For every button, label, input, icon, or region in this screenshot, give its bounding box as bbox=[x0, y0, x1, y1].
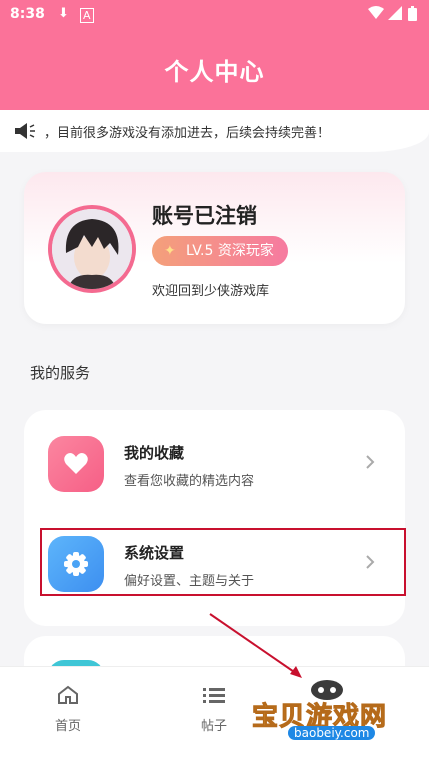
heart-icon bbox=[48, 436, 104, 492]
tab-home-label: 首页 bbox=[54, 719, 81, 734]
notice-text: ，目前很多游戏没有添加进去，后续会持续完善！ bbox=[44, 126, 331, 141]
megaphone-icon bbox=[14, 122, 36, 144]
favorites-title: 我的收藏 bbox=[124, 444, 185, 462]
watermark-logo: 宝贝游戏网 baobeiy.com bbox=[251, 672, 402, 752]
status-bar: 8:38 ⬇ A bbox=[0, 0, 429, 30]
level-text: LV.5 资深玩家 bbox=[186, 243, 274, 259]
level-badge: ✦ LV.5 资深玩家 bbox=[152, 236, 288, 266]
download-icon: ⬇ bbox=[58, 6, 69, 21]
battery-icon bbox=[408, 6, 417, 25]
tab-posts[interactable]: 帖子 bbox=[184, 685, 244, 734]
favorites-desc: 查看您收藏的精选内容 bbox=[124, 474, 255, 489]
avatar[interactable] bbox=[48, 205, 136, 293]
home-icon bbox=[58, 685, 78, 704]
section-title: 我的服务 bbox=[30, 364, 91, 382]
page-header: 个人中心 bbox=[0, 30, 429, 110]
page-title: 个人中心 bbox=[164, 58, 265, 86]
signal-icon bbox=[388, 6, 402, 24]
welcome-text: 欢迎回到少侠游戏库 bbox=[152, 284, 270, 299]
highlight-box bbox=[40, 528, 406, 596]
username: 账号已注销 bbox=[152, 204, 257, 228]
notice-bar: ，目前很多游戏没有添加进去，后续会持续完善！ bbox=[0, 110, 429, 152]
profile-card[interactable]: 账号已注销 ✦ LV.5 资深玩家 欢迎回到少侠游戏库 bbox=[24, 172, 405, 324]
wifi-icon bbox=[368, 6, 384, 24]
tab-home[interactable]: 首页 bbox=[38, 685, 98, 734]
tab-posts-label: 帖子 bbox=[200, 719, 227, 734]
favorites-item[interactable]: 我的收藏 查看您收藏的精选内容 bbox=[24, 410, 405, 510]
sparkle-icon: ✦ bbox=[164, 243, 176, 259]
watermark-url: baobeiy.com bbox=[288, 726, 376, 740]
chevron-right-icon bbox=[365, 454, 375, 473]
keyboard-icon: A bbox=[80, 8, 94, 23]
status-time: 8:38 bbox=[10, 6, 45, 22]
